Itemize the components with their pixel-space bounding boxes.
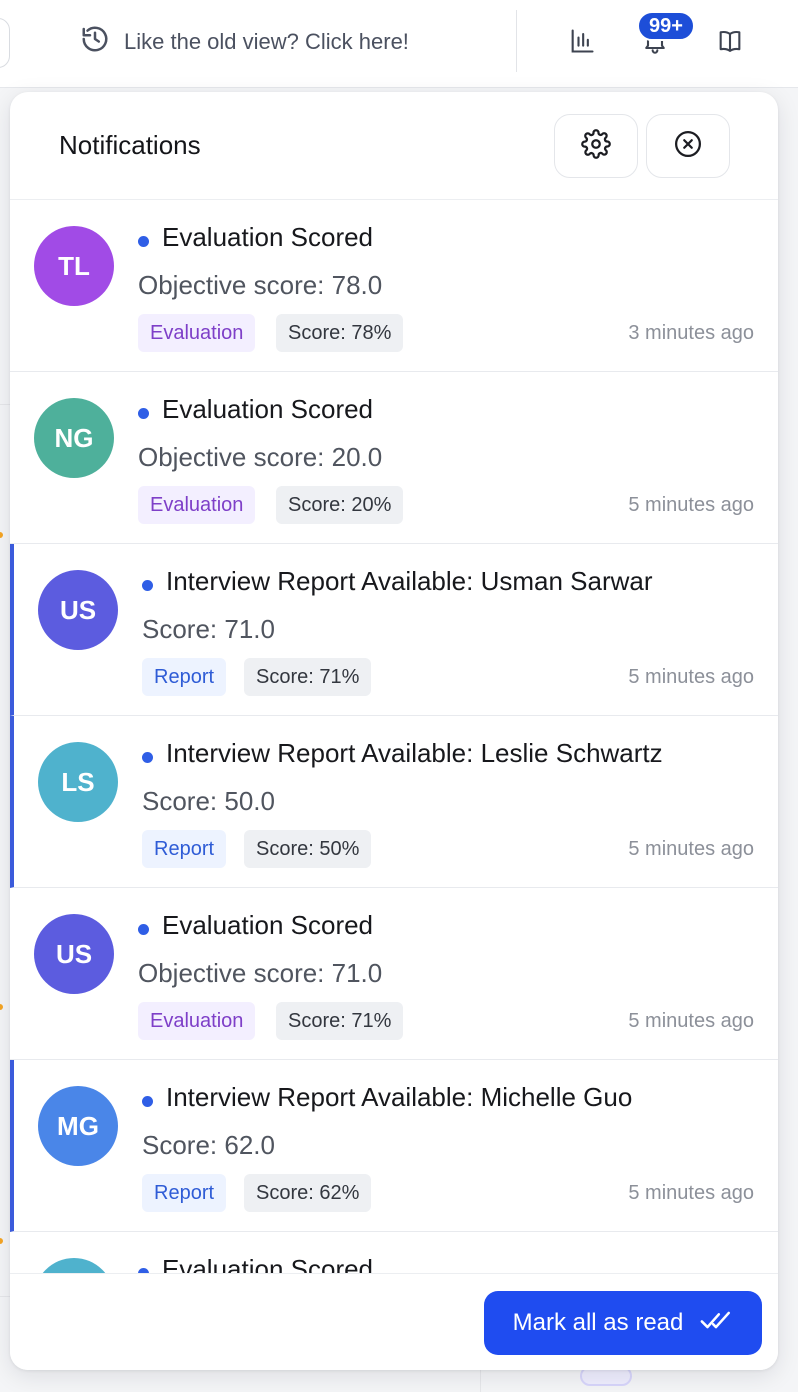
notification-item[interactable]: NG Evaluation Scored Objective score: 20.0… bbox=[10, 372, 778, 544]
score-tag: Score: 62% bbox=[244, 1174, 372, 1212]
notification-item[interactable]: US Evaluation Scored Objective score: 71.0… bbox=[10, 888, 778, 1060]
avatar: US bbox=[34, 914, 114, 994]
avatar: NG bbox=[34, 398, 114, 478]
avatar: MG bbox=[38, 1086, 118, 1166]
category-tag: Evaluation bbox=[138, 314, 256, 352]
close-circle-icon bbox=[673, 129, 703, 164]
search-box-edge[interactable] bbox=[0, 18, 10, 68]
double-check-icon bbox=[699, 1303, 733, 1344]
timestamp: 5 minutes ago bbox=[628, 666, 754, 688]
notification-count-badge: 99+ bbox=[637, 11, 695, 41]
notification-item[interactable]: MG Interview Report Available: Michelle G… bbox=[10, 1060, 778, 1232]
close-button[interactable] bbox=[646, 114, 730, 178]
notifications-panel: Notifications TL Evaluation Scored Objecti… bbox=[10, 92, 778, 1370]
panel-header: Notifications bbox=[10, 92, 778, 200]
old-view-link[interactable]: Like the old view? Click here! bbox=[80, 24, 409, 60]
background-status-dot bbox=[0, 532, 3, 538]
gear-icon bbox=[581, 128, 611, 164]
mark-all-read-label: Mark all as read bbox=[512, 1309, 684, 1336]
notification-title: Evaluation Scored bbox=[162, 222, 374, 252]
top-bar: Like the old view? Click here! 99+ bbox=[0, 0, 798, 88]
score-tag: Score: 71% bbox=[244, 658, 372, 696]
unread-dot bbox=[138, 236, 149, 247]
notification-title: Evaluation Scored bbox=[162, 394, 374, 424]
notification-title: Evaluation Scored bbox=[162, 1254, 374, 1273]
notification-subtitle: Objective score: 71.0 bbox=[138, 958, 383, 988]
category-tag: Report bbox=[142, 830, 227, 868]
mark-all-read-button[interactable]: Mark all as read bbox=[484, 1291, 762, 1355]
category-tag: Evaluation bbox=[138, 486, 256, 524]
notification-item[interactable]: Evaluation Scored bbox=[10, 1232, 778, 1273]
topbar-divider bbox=[516, 10, 517, 72]
timestamp: 5 minutes ago bbox=[628, 1182, 754, 1204]
category-tag: Evaluation bbox=[138, 1002, 256, 1040]
notification-subtitle: Objective score: 20.0 bbox=[138, 442, 383, 472]
score-tag: Score: 78% bbox=[276, 314, 404, 352]
notification-subtitle: Score: 71.0 bbox=[142, 614, 275, 644]
score-tag: Score: 71% bbox=[276, 1002, 404, 1040]
history-icon bbox=[80, 24, 110, 60]
notification-title: Interview Report Available: Usman Sarwar bbox=[166, 566, 653, 596]
book-icon[interactable] bbox=[713, 24, 747, 58]
notification-subtitle: Objective score: 78.0 bbox=[138, 270, 383, 300]
unread-dot bbox=[142, 580, 153, 591]
unread-dot bbox=[142, 752, 153, 763]
timestamp: 5 minutes ago bbox=[628, 838, 754, 860]
background-status-dot bbox=[0, 1004, 3, 1010]
notification-subtitle: Score: 50.0 bbox=[142, 786, 275, 816]
notification-item[interactable]: LS Interview Report Available: Leslie Sch… bbox=[10, 716, 778, 888]
avatar: US bbox=[38, 570, 118, 650]
notification-title: Evaluation Scored bbox=[162, 910, 374, 940]
category-tag: Report bbox=[142, 658, 227, 696]
old-view-label: Like the old view? Click here! bbox=[124, 29, 409, 54]
score-tag: Score: 20% bbox=[276, 486, 404, 524]
bar-chart-icon[interactable] bbox=[565, 24, 599, 58]
unread-dot bbox=[142, 1096, 153, 1107]
background-status-dot bbox=[0, 1238, 3, 1244]
notification-item[interactable]: TL Evaluation Scored Objective score: 78.0… bbox=[10, 200, 778, 372]
timestamp: 5 minutes ago bbox=[628, 1010, 754, 1032]
unread-dot bbox=[138, 408, 149, 419]
notification-list: TL Evaluation Scored Objective score: 78.0… bbox=[10, 200, 778, 1273]
notification-item[interactable]: US Interview Report Available: Usman Sarw… bbox=[10, 544, 778, 716]
panel-title: Notifications bbox=[59, 130, 201, 160]
avatar: LS bbox=[38, 742, 118, 822]
settings-button[interactable] bbox=[554, 114, 638, 178]
avatar bbox=[34, 1258, 114, 1273]
notification-subtitle: Score: 62.0 bbox=[142, 1130, 275, 1160]
timestamp: 3 minutes ago bbox=[628, 322, 754, 344]
panel-footer: Mark all as read bbox=[10, 1273, 778, 1370]
notification-title: Interview Report Available: Leslie Schwa… bbox=[166, 738, 663, 768]
notification-title: Interview Report Available: Michelle Guo bbox=[166, 1082, 633, 1112]
score-tag: Score: 50% bbox=[244, 830, 372, 868]
avatar: TL bbox=[34, 226, 114, 306]
category-tag: Report bbox=[142, 1174, 227, 1212]
unread-dot bbox=[138, 924, 149, 935]
timestamp: 5 minutes ago bbox=[628, 494, 754, 516]
